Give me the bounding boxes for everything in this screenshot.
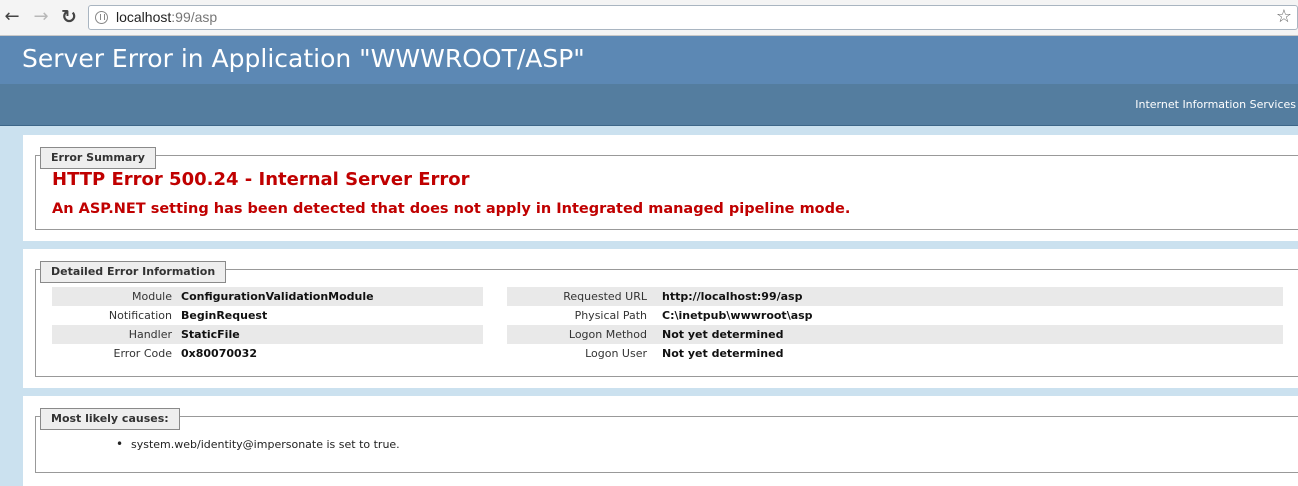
list-item: system.web/identity@impersonate is set t… [116,437,400,451]
table-row: Logon Method Not yet determined [507,325,1283,344]
causes-panel: Most likely causes: system.web/identity@… [23,396,1298,486]
page-title: Server Error in Application "WWWROOT/ASP… [22,44,585,73]
error-summary-panel: Error Summary HTTP Error 500.24 - Intern… [23,135,1298,241]
product-name: Internet Information Services [1135,98,1296,111]
detail-table-left: Module ConfigurationValidationModule Not… [52,287,483,363]
error-title: HTTP Error 500.24 - Internal Server Erro… [52,169,470,190]
causes-legend: Most likely causes: [40,408,180,430]
detail-value: ConfigurationValidationModule [181,290,374,303]
url-host: localhost [116,9,172,25]
error-summary-fieldset: Error Summary HTTP Error 500.24 - Intern… [35,147,1298,230]
back-arrow-icon[interactable]: ← [2,7,22,27]
table-row: Physical Path C:\inetpub\wwwroot\asp [507,306,1283,325]
forward-arrow-icon[interactable]: → [31,7,51,27]
bookmark-star-icon[interactable]: ☆ [1276,6,1292,27]
page-icon [95,11,108,24]
detailed-error-legend: Detailed Error Information [40,261,227,283]
table-row: Handler StaticFile [52,325,483,344]
reload-icon[interactable]: ↻ [59,7,79,27]
url-path: :99/asp [171,9,218,25]
causes-list: system.web/identity@impersonate is set t… [116,437,400,451]
detailed-error-fieldset: Detailed Error Information Module Config… [35,261,1298,377]
detail-label: Requested URL [563,290,647,303]
address-url[interactable]: localhost:99/asp [116,9,217,25]
table-row: Module ConfigurationValidationModule [52,287,483,306]
causes-fieldset: Most likely causes: system.web/identity@… [35,408,1298,473]
table-row: Requested URL http://localhost:99/asp [507,287,1283,306]
detail-label: Module [132,290,172,303]
detailed-error-panel: Detailed Error Information Module Config… [23,249,1298,388]
detail-table-right: Requested URL http://localhost:99/asp Ph… [507,287,1283,363]
detail-value: Not yet determined [662,347,784,360]
table-row: Error Code 0x80070032 [52,344,483,363]
detail-label: Logon Method [568,328,647,341]
detail-label: Handler [128,328,172,341]
address-bar[interactable]: localhost:99/asp ☆ [88,5,1298,30]
detail-label: Physical Path [574,309,647,322]
browser-toolbar: ← → ↻ localhost:99/asp ☆ [0,0,1298,36]
detail-value: BeginRequest [181,309,268,322]
error-summary-legend: Error Summary [40,147,156,169]
detail-value: 0x80070032 [181,347,257,360]
detail-value: Not yet determined [662,328,784,341]
detail-value: StaticFile [181,328,240,341]
detail-value: http://localhost:99/asp [662,290,803,303]
error-message: An ASP.NET setting has been detected tha… [52,201,851,217]
product-bar: Internet Information Services [0,84,1298,126]
table-row: Notification BeginRequest [52,306,483,325]
table-row: Logon User Not yet determined [507,344,1283,363]
error-header: Server Error in Application "WWWROOT/ASP… [0,36,1298,84]
detail-value: C:\inetpub\wwwroot\asp [662,309,813,322]
detail-label: Notification [108,309,172,322]
detail-label: Logon User [585,347,647,360]
detail-label: Error Code [113,347,172,360]
